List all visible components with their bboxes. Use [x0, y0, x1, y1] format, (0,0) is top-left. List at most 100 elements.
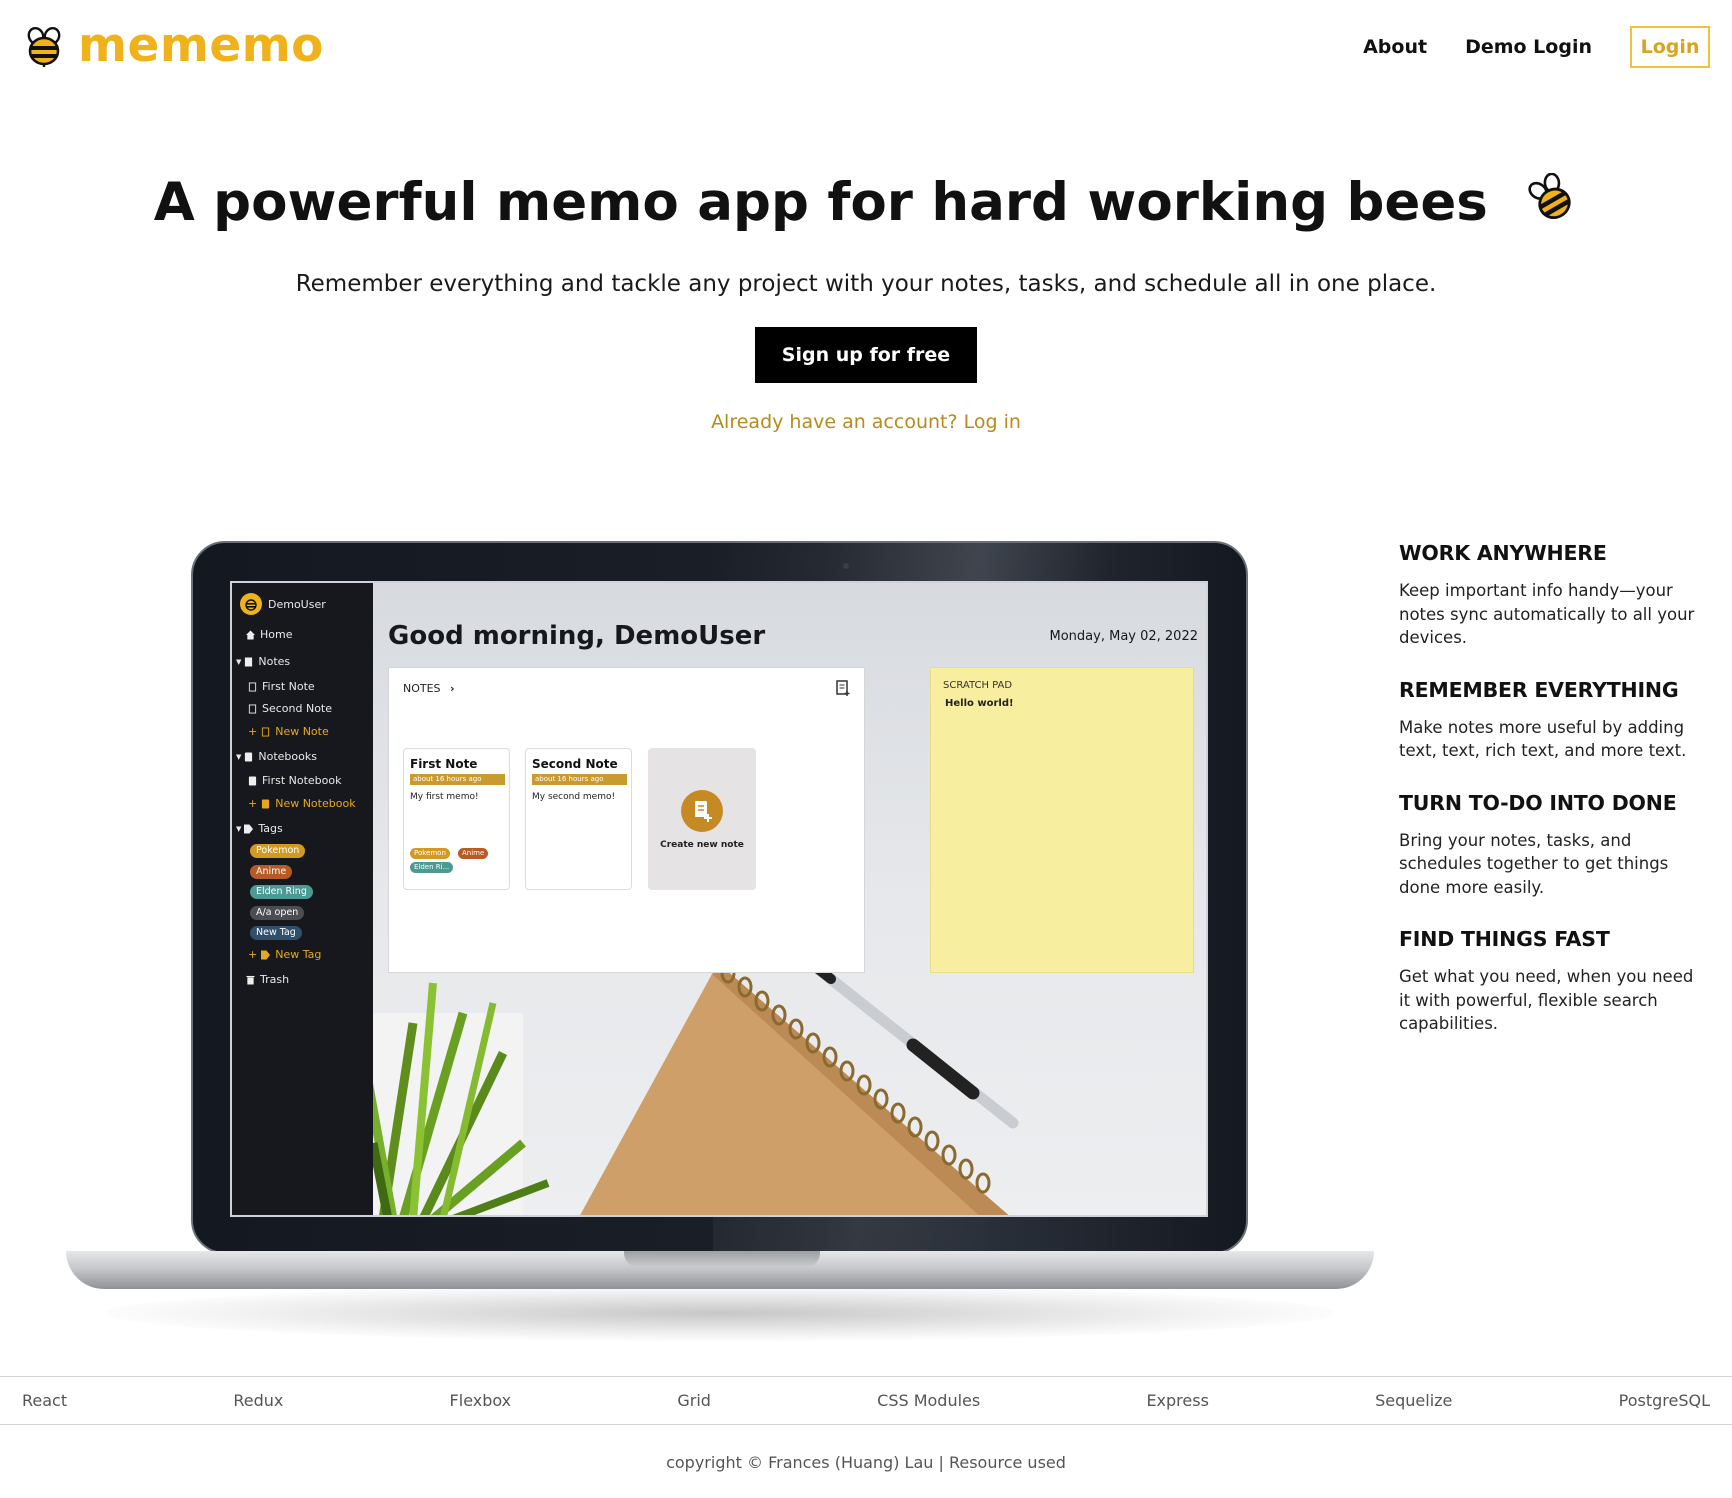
note-card-tag: Elden Ri...	[410, 862, 454, 873]
feature-text: Get what you need, when you need it with…	[1399, 967, 1694, 1033]
create-note-card: Create new note	[648, 748, 756, 890]
notebook-icon	[248, 776, 257, 785]
brand-name: mememo	[78, 18, 324, 73]
caret-down-icon: ▼	[236, 657, 242, 666]
notes-panel-header: NOTES ›	[403, 682, 455, 695]
scratch-pad-title: SCRATCH PAD	[943, 680, 1013, 691]
footer-resource-link[interactable]: Resource used	[949, 1453, 1066, 1472]
app-screenshot: DemoUser Home ▼ Notes First Note Second …	[230, 581, 1208, 1217]
sidebar-item-notebooks: ▼ Notebooks	[236, 750, 317, 763]
sidebar-item-tags: ▼ Tags	[236, 822, 283, 835]
trash-icon	[246, 975, 255, 984]
notebook-icon	[262, 799, 270, 808]
sidebar-tag: Anime	[250, 865, 293, 879]
note-card-body: My second memo!	[532, 792, 616, 802]
home-icon	[246, 630, 255, 639]
nav-about-link[interactable]: About	[1363, 36, 1427, 58]
sidebar-user: DemoUser	[240, 593, 326, 615]
bee-logo-icon	[27, 26, 61, 67]
tech-item-sequelize: Sequelize	[1375, 1391, 1453, 1410]
scratch-pad: SCRATCH PAD Hello world!	[930, 667, 1194, 973]
sidebar-label: Second Note	[262, 702, 333, 715]
tech-item-react: React	[22, 1391, 68, 1410]
sidebar-label: Home	[260, 628, 293, 641]
bee-icon	[1528, 173, 1571, 220]
sidebar-item-note: First Note	[248, 680, 315, 693]
sidebar-label: Notes	[258, 655, 291, 668]
note-card-timestamp: about 16 hours ago	[532, 774, 627, 785]
note-outline-icon	[248, 682, 257, 691]
feature-text: Make notes more useful by adding text, t…	[1399, 717, 1687, 761]
sidebar-item-home: Home	[246, 628, 292, 641]
caret-down-icon: ▼	[236, 752, 242, 761]
sidebar-new-notebook: + New Notebook	[248, 797, 356, 810]
note-card-body: My first memo!	[410, 792, 479, 802]
hero-subtitle: Remember everything and tackle any proje…	[295, 271, 1437, 297]
note-outline-icon	[248, 704, 257, 713]
feature-heading: FIND THINGS FAST	[1399, 927, 1610, 951]
feature-heading: WORK ANYWHERE	[1399, 541, 1607, 565]
sidebar-label: First Note	[262, 680, 315, 693]
sidebar-item-note: Second Note	[248, 702, 332, 715]
note-add-icon	[695, 801, 712, 822]
sidebar-label: New Notebook	[275, 797, 356, 810]
footer-separator: |	[933, 1453, 949, 1472]
existing-account-login-link[interactable]: Already have an account? Log in	[0, 411, 1732, 433]
feature-text: Bring your notes, tasks, and schedules t…	[1399, 830, 1669, 897]
tech-item-postgresql: PostgreSQL	[1618, 1391, 1710, 1410]
note-outline-icon	[262, 727, 270, 736]
hero-title-text: A powerful memo app for hard working bee…	[153, 172, 1488, 233]
feature-text: Keep important info handy—your notes syn…	[1399, 581, 1695, 647]
scratch-pad-content: Hello world!	[945, 698, 1014, 709]
plus-icon: +	[248, 725, 258, 738]
nav-demo-login-link[interactable]: Demo Login	[1465, 36, 1592, 58]
sidebar-label: Trash	[260, 973, 290, 986]
sidebar-item-notebook: First Notebook	[248, 774, 342, 787]
sidebar-new-note: + New Note	[248, 725, 329, 738]
notes-panel: NOTES › First Note about 16 hours ago My…	[388, 667, 865, 973]
features-list: WORK ANYWHERE Keep important info handy—…	[1399, 541, 1699, 1064]
tech-item-redux: Redux	[233, 1391, 284, 1410]
tech-item-express: Express	[1146, 1391, 1209, 1410]
signup-button[interactable]: Sign up for free	[755, 327, 977, 383]
sidebar-username: DemoUser	[268, 597, 326, 611]
sidebar-tag: Elden Ring	[250, 885, 313, 899]
feature-item: REMEMBER EVERYTHING Make notes more usef…	[1399, 678, 1699, 763]
top-navbar: mememo About Demo Login Login	[0, 0, 1732, 94]
tag-icon	[261, 950, 271, 959]
feature-item: FIND THINGS FAST Get what you need, when…	[1399, 927, 1699, 1036]
note-card: Second Note about 16 hours ago My second…	[525, 748, 632, 890]
create-note-icon	[681, 790, 723, 832]
sidebar-item-trash: Trash	[246, 973, 289, 986]
sidebar-item-notes: ▼ Notes	[236, 655, 290, 668]
sidebar-tag: New Tag	[250, 926, 302, 940]
webcam	[843, 563, 849, 569]
note-card-timestamp: about 16 hours ago	[410, 774, 505, 785]
caret-down-icon: ▼	[236, 824, 242, 833]
brand-link[interactable]: mememo	[22, 22, 324, 70]
nav-login-button[interactable]: Login	[1630, 26, 1710, 68]
note-card-tag: Anime	[458, 848, 489, 859]
laptop-notch	[624, 1251, 820, 1267]
sidebar-label: Notebooks	[258, 750, 317, 763]
hero-title: A powerful memo app for hard working bee…	[0, 172, 1732, 233]
plus-icon: +	[248, 797, 258, 810]
new-note-icon	[836, 680, 850, 696]
note-icon	[245, 657, 253, 666]
tech-item-grid: Grid	[677, 1391, 711, 1410]
app-main: Good morning, DemoUser Monday, May 02, 2…	[358, 583, 1206, 1215]
note-card-title: First Note	[410, 757, 478, 771]
tech-item-css-modules: CSS Modules	[877, 1391, 981, 1410]
tech-stack-bar: React Redux Flexbox Grid CSS Modules Exp…	[0, 1376, 1732, 1425]
sidebar-label: New Note	[275, 725, 329, 738]
current-date: Monday, May 02, 2022	[1049, 629, 1198, 644]
sidebar-tag: Pokemon	[250, 844, 306, 858]
notebook-icon	[245, 752, 253, 761]
greeting-heading: Good morning, DemoUser	[388, 621, 766, 651]
footer-copyright[interactable]: copyright © Frances (Huang) Lau	[666, 1453, 933, 1472]
app-sidebar: DemoUser Home ▼ Notes First Note Second …	[232, 583, 373, 1215]
tech-item-flexbox: Flexbox	[449, 1391, 512, 1410]
bee-avatar-icon	[245, 599, 257, 611]
note-card: First Note about 16 hours ago My first m…	[403, 748, 510, 890]
sidebar-label: Tags	[258, 822, 283, 835]
